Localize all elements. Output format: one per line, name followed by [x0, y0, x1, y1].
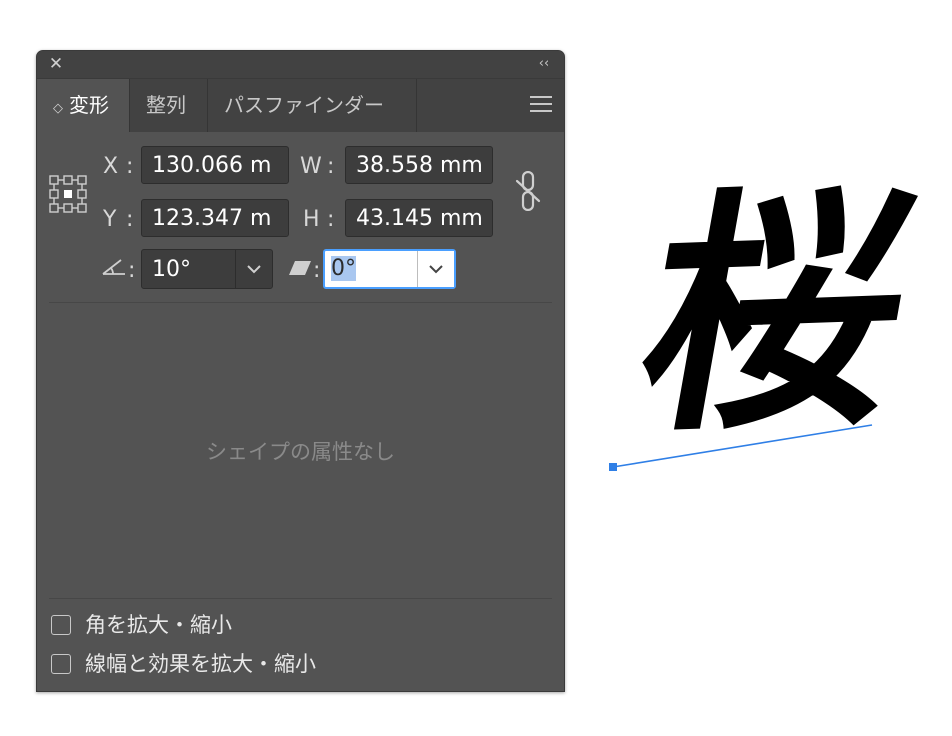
scale-corners-checkbox[interactable] [51, 615, 71, 635]
tab-pathfinder-label: パスファインダー [224, 93, 384, 117]
panel-tab-bar: ◇ 変形 整列 パスファインダー [37, 79, 564, 132]
x-label: X [103, 154, 119, 179]
width-field[interactable]: 38.558 mm [345, 146, 493, 184]
shear-angle-selected-text[interactable]: 0° [331, 256, 356, 281]
collapse-panel-icon[interactable]: ‹‹ [534, 55, 554, 73]
transform-panel: ✕ ‹‹ ◇ 変形 整列 パスファインダー X: 130.066 m W: … [36, 50, 565, 692]
h-colon: : [327, 207, 335, 232]
shear-angle-value[interactable]: 0° [331, 251, 356, 287]
panel-menu-icon[interactable] [530, 96, 552, 114]
tab-align-label: 整列 [146, 93, 186, 117]
h-label: H [303, 207, 320, 232]
rotate-colon: : [128, 258, 136, 283]
section-divider [49, 598, 552, 599]
diamond-updown-icon: ◇ [53, 101, 63, 116]
chevron-down-icon[interactable] [417, 251, 454, 287]
no-shape-properties-text: シェイプの属性なし [206, 440, 395, 464]
y-colon: : [126, 207, 134, 232]
tab-pathfinder[interactable]: パスファインダー [208, 79, 417, 132]
w-label: W [300, 154, 322, 179]
selection-path[interactable] [600, 415, 890, 485]
tab-transform[interactable]: ◇ 変形 [37, 79, 130, 132]
section-divider [49, 302, 552, 303]
y-label: Y [103, 207, 117, 232]
reference-point-icon[interactable] [49, 175, 87, 213]
tab-transform-label: 変形 [69, 93, 109, 117]
chevron-down-icon[interactable] [235, 250, 272, 288]
x-colon: : [126, 154, 134, 179]
shear-angle-combo[interactable]: 0° [323, 249, 456, 289]
close-icon[interactable]: ✕ [47, 55, 65, 73]
scale-strokes-checkbox[interactable] [51, 654, 71, 674]
scale-corners-label[interactable]: 角を拡大・縮小 [85, 613, 232, 637]
scale-strokes-label[interactable]: 線幅と効果を拡大・縮小 [85, 652, 316, 676]
panel-title-bar[interactable]: ✕ ‹‹ [37, 51, 564, 79]
shear-icon [289, 261, 311, 275]
height-field[interactable]: 43.145 mm [345, 199, 493, 237]
w-colon: : [327, 154, 335, 179]
shear-colon: : [313, 258, 321, 283]
tab-align[interactable]: 整列 [130, 79, 208, 132]
rotate-angle-combo[interactable]: 10° [141, 249, 273, 289]
x-position-field[interactable]: 130.066 m [141, 146, 289, 184]
rotate-angle-value[interactable]: 10° [152, 250, 191, 290]
unlinked-proportions-icon[interactable] [512, 171, 544, 211]
anchor-point[interactable] [609, 463, 617, 471]
y-position-field[interactable]: 123.347 m [141, 199, 289, 237]
rotate-angle-icon [102, 259, 125, 275]
